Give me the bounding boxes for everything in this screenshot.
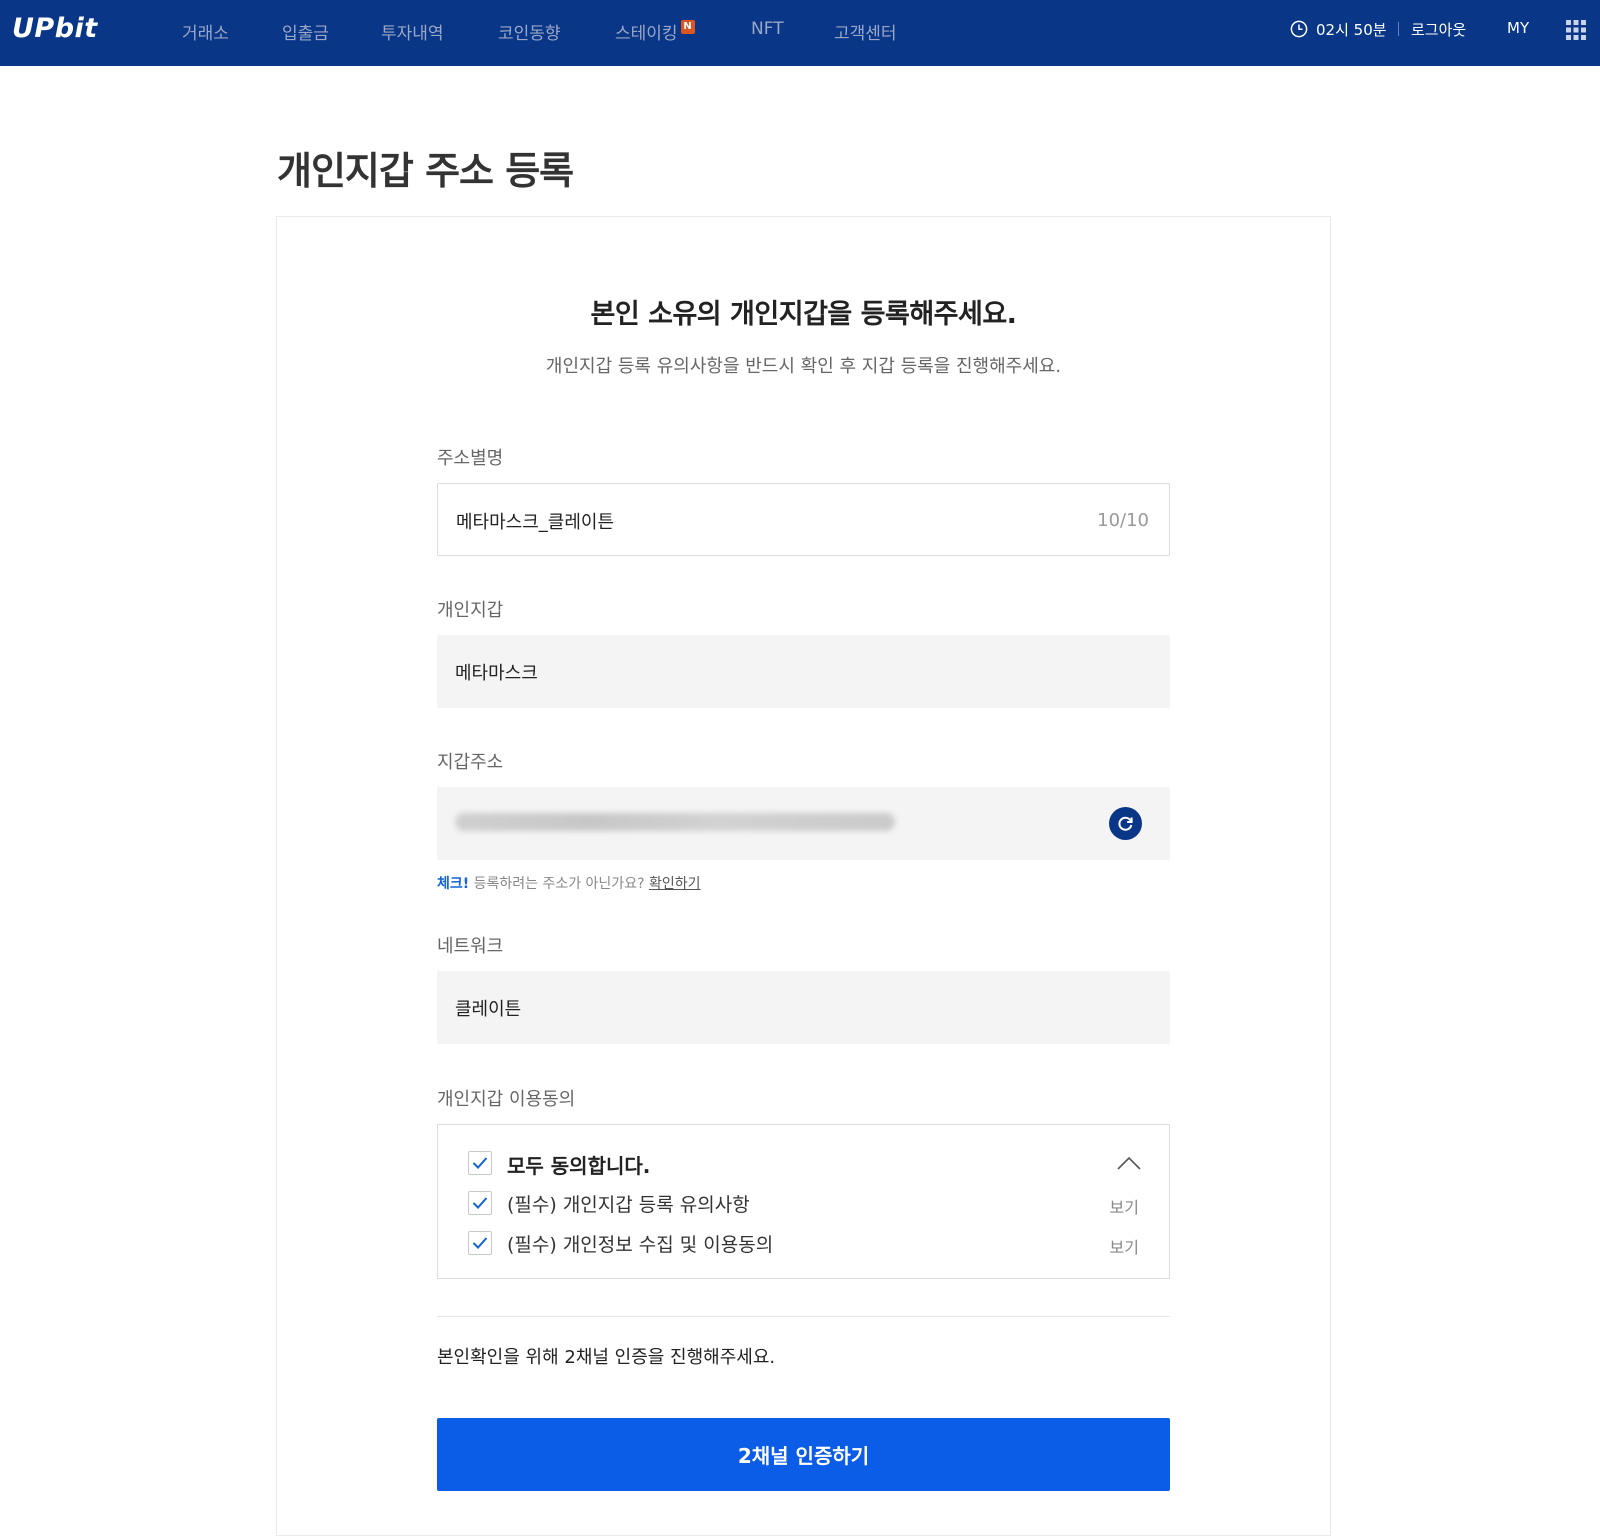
wallet-value: 메타마스크 [455, 663, 538, 684]
header-divider [1398, 22, 1399, 36]
section-divider [437, 1316, 1170, 1317]
nav-customer-center[interactable]: 고객센터 [834, 19, 897, 44]
card-heading: 본인 소유의 개인지갑을 등록해주세요. [590, 299, 1017, 330]
nav-exchange[interactable]: 거래소 [182, 19, 229, 44]
checkmark-icon [472, 1237, 488, 1249]
alias-char-counter: 10/10 [1097, 510, 1149, 531]
card-subheading: 개인지갑 등록 유의사항을 반드시 확인 후 지갑 등록을 진행해주세요. [545, 356, 1062, 377]
logout-link[interactable]: 로그아웃 [1411, 19, 1466, 40]
check-confirm-link[interactable]: 확인하기 [649, 876, 701, 892]
new-badge: N [680, 20, 695, 34]
upbit-logo[interactable]: UPbit [12, 13, 98, 44]
address-check-note: 체크! 등록하려는 주소가 아닌가요? 확인하기 [437, 873, 700, 893]
check-prefix: 체크! [437, 876, 470, 892]
alias-label: 주소별명 [437, 448, 504, 469]
network-label: 네트워크 [437, 936, 504, 957]
page-title: 개인지갑 주소 등록 [277, 149, 574, 193]
check-text: 등록하려는 주소가 아닌가요? [473, 876, 645, 892]
chevron-up-icon[interactable] [1117, 1156, 1141, 1170]
registration-card [276, 216, 1331, 1536]
nav-deposit-withdraw[interactable]: 입출금 [282, 19, 329, 44]
session-timer[interactable]: 02시 50분 [1316, 19, 1387, 40]
wallet-label: 개인지갑 [437, 600, 504, 621]
nav-nft[interactable]: NFT [751, 19, 784, 39]
consent-label: 개인지갑 이용동의 [437, 1089, 576, 1110]
view-wallet-notice-link[interactable]: 보기 [1110, 1194, 1139, 1218]
blurred-wallet-address [455, 813, 895, 831]
checkmark-icon [472, 1157, 488, 1169]
address-field [437, 787, 1170, 860]
network-value: 클레이튼 [455, 999, 522, 1020]
nav-coin-trends[interactable]: 코인동향 [498, 19, 561, 44]
agree-wallet-notice-checkbox[interactable] [468, 1191, 492, 1215]
agree-wallet-notice-label[interactable]: (필수) 개인지갑 등록 유의사항 [507, 1190, 750, 1217]
agree-privacy-label[interactable]: (필수) 개인정보 수집 및 이용동의 [507, 1230, 773, 1257]
refresh-icon [1118, 816, 1133, 831]
wallet-field: 메타마스크 [437, 635, 1170, 708]
refresh-address-button[interactable] [1109, 807, 1142, 840]
my-menu-link[interactable]: MY [1507, 19, 1529, 37]
agree-privacy-checkbox[interactable] [468, 1231, 492, 1255]
agree-all-label[interactable]: 모두 동의합니다. [507, 1150, 650, 1179]
clock-icon [1290, 20, 1308, 38]
nav-staking-label: 스테이킹 [615, 24, 678, 44]
view-privacy-link[interactable]: 보기 [1110, 1234, 1139, 1258]
apps-grid-icon[interactable] [1566, 20, 1586, 40]
alias-input[interactable]: 메타마스크_클레이튼 10/10 [437, 483, 1170, 556]
consent-box: 모두 동의합니다. (필수) 개인지갑 등록 유의사항 보기 (필수) 개인정보… [437, 1124, 1170, 1279]
two-channel-auth-note: 본인확인을 위해 2채널 인증을 진행해주세요. [437, 1347, 776, 1368]
alias-value: 메타마스크_클레이튼 [456, 512, 615, 533]
nav-investment-history[interactable]: 투자내역 [381, 19, 444, 44]
nav-staking[interactable]: 스테이킹 N [615, 19, 695, 44]
top-navigation-bar: UPbit 거래소 입출금 투자내역 코인동향 스테이킹 N NFT 고객센터 0… [0, 0, 1600, 66]
two-channel-auth-button[interactable]: 2채널 인증하기 [437, 1418, 1170, 1491]
network-field: 클레이튼 [437, 971, 1170, 1044]
checkmark-icon [472, 1197, 488, 1209]
address-label: 지갑주소 [437, 752, 504, 773]
agree-all-checkbox[interactable] [468, 1151, 492, 1175]
